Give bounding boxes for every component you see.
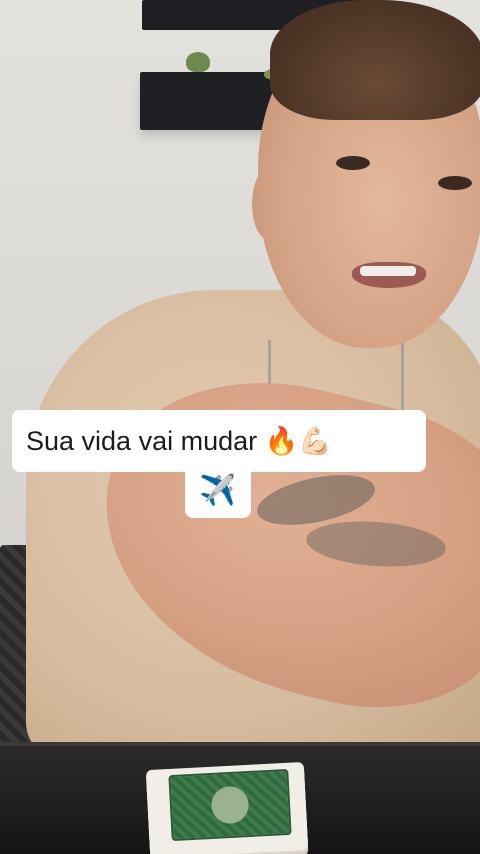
person-teeth bbox=[360, 266, 416, 276]
card-back-pattern bbox=[168, 768, 292, 842]
person-eye bbox=[336, 156, 370, 170]
person-hair bbox=[270, 0, 480, 120]
person-eye bbox=[438, 176, 472, 190]
airplane-emoji: ✈️ bbox=[199, 473, 237, 507]
caption-box-line2: ✈️ bbox=[185, 462, 251, 518]
plant-decoration bbox=[186, 52, 210, 72]
caption-text: Sua vida vai mudar 🔥💪🏻 bbox=[26, 426, 332, 456]
